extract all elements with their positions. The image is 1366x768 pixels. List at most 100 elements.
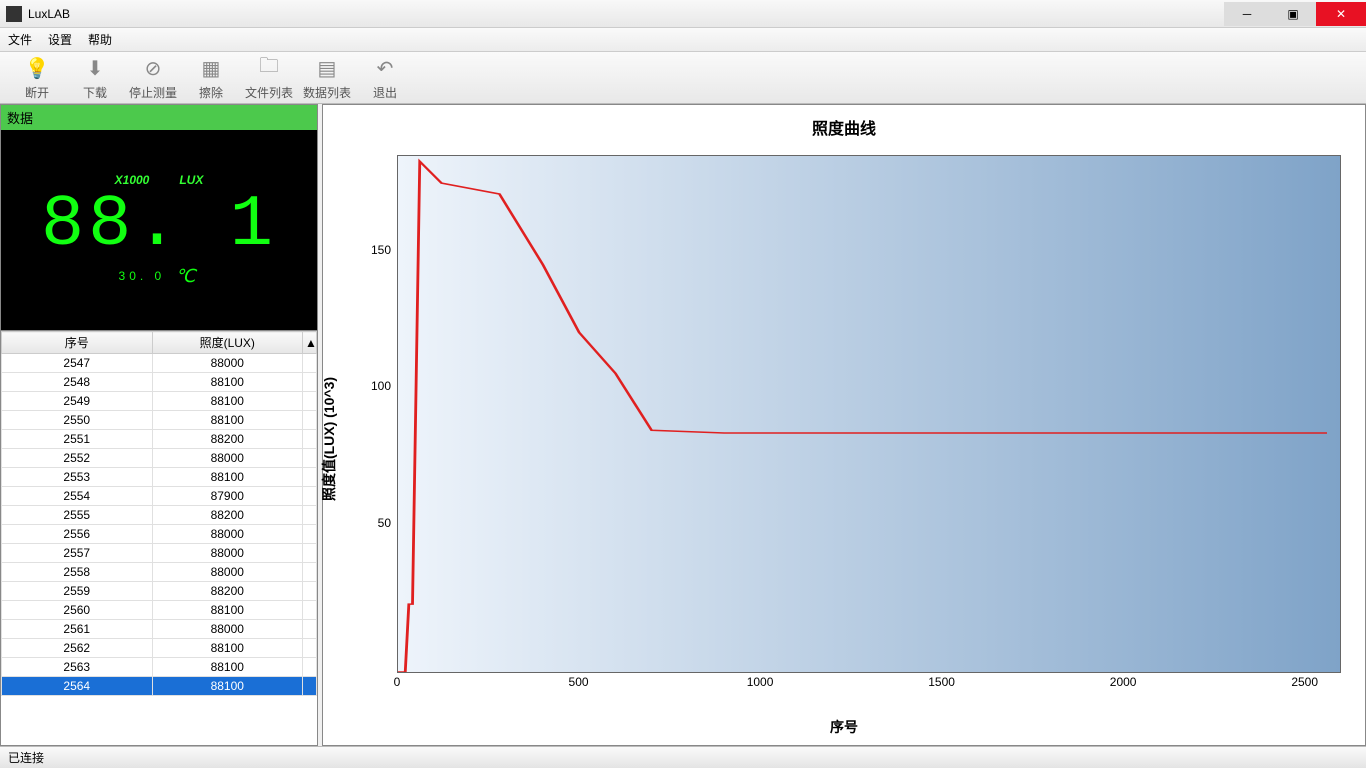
table-row[interactable]: 256488100 — [2, 677, 317, 696]
toolbar: 💡 断开 ⬇ 下载 ⊘ 停止测量 ▦ 擦除 🗀 文件列表 ▤ 数据列表 ↶ 退出 — [0, 52, 1366, 104]
download-icon: ⬇ — [81, 54, 109, 82]
cell-lux: 88200 — [152, 582, 303, 601]
datalist-button[interactable]: ▤ 数据列表 — [298, 53, 356, 103]
cell-lux: 88100 — [152, 411, 303, 430]
chart-ylabel: 照度值(LUX) (10^3) — [319, 377, 339, 501]
clear-button[interactable]: ▦ 擦除 — [182, 53, 240, 103]
cell-lux: 88100 — [152, 468, 303, 487]
cell-lux: 88100 — [152, 658, 303, 677]
cell-lux: 88100 — [152, 601, 303, 620]
chart-line — [398, 156, 1340, 672]
folder-icon: 🗀 — [255, 54, 283, 82]
exit-button[interactable]: ↶ 退出 — [356, 53, 414, 103]
table-row[interactable]: 254788000 — [2, 354, 317, 373]
cell-lux: 88000 — [152, 449, 303, 468]
cell-lux: 88100 — [152, 373, 303, 392]
panel-header: 数据 — [1, 105, 317, 130]
xtick: 500 — [569, 675, 589, 689]
cell-lux: 88200 — [152, 506, 303, 525]
table-row[interactable]: 255888000 — [2, 563, 317, 582]
lifebuoy-icon: ⊘ — [139, 54, 167, 82]
data-table: 序号 照度(LUX) ▲ 254788000254888100254988100… — [1, 331, 317, 696]
table-row[interactable]: 255988200 — [2, 582, 317, 601]
cell-seq: 2555 — [2, 506, 153, 525]
chart-panel: 照度曲线 照度值(LUX) (10^3) 50100150 0500100015… — [322, 104, 1366, 746]
menu-help[interactable]: 帮助 — [88, 31, 112, 48]
table-row[interactable]: 255288000 — [2, 449, 317, 468]
cell-seq: 2556 — [2, 525, 153, 544]
table-row[interactable]: 255788000 — [2, 544, 317, 563]
chart-title: 照度曲线 — [327, 109, 1361, 145]
cell-lux: 88100 — [152, 677, 303, 696]
col-lux-header[interactable]: 照度(LUX) — [152, 332, 303, 354]
cell-seq: 2557 — [2, 544, 153, 563]
cell-seq: 2554 — [2, 487, 153, 506]
table-icon: ▤ — [313, 54, 341, 82]
cell-lux: 88000 — [152, 620, 303, 639]
menu-file[interactable]: 文件 — [8, 31, 32, 48]
data-panel: 数据 X1000 LUX 88. 1 30. 0 ℃ 序号 照度(LUX) ▲ — [0, 104, 318, 746]
table-row[interactable]: 256388100 — [2, 658, 317, 677]
plot-area[interactable] — [397, 155, 1341, 673]
table-row[interactable]: 255588200 — [2, 506, 317, 525]
bulb-icon: 💡 — [23, 54, 51, 82]
cell-seq: 2553 — [2, 468, 153, 487]
cell-seq: 2547 — [2, 354, 153, 373]
cell-lux: 88000 — [152, 563, 303, 582]
titlebar: LuxLAB ─ ▣ ✕ — [0, 0, 1366, 28]
lcd-temp-unit: ℃ — [175, 266, 199, 287]
cell-seq: 2563 — [2, 658, 153, 677]
cell-seq: 2550 — [2, 411, 153, 430]
chart-xlabel: 序号 — [327, 713, 1361, 741]
window-title: LuxLAB — [28, 7, 70, 21]
col-seq-header[interactable]: 序号 — [2, 332, 153, 354]
xtick: 2000 — [1110, 675, 1137, 689]
download-button[interactable]: ⬇ 下载 — [66, 53, 124, 103]
table-row[interactable]: 256188000 — [2, 620, 317, 639]
filelist-button[interactable]: 🗀 文件列表 — [240, 53, 298, 103]
cell-lux: 88100 — [152, 392, 303, 411]
data-table-wrap[interactable]: 序号 照度(LUX) ▲ 254788000254888100254988100… — [1, 330, 317, 745]
lcd-display: X1000 LUX 88. 1 30. 0 ℃ — [1, 130, 317, 330]
xtick: 0 — [394, 675, 401, 689]
table-row[interactable]: 255487900 — [2, 487, 317, 506]
cell-lux: 88000 — [152, 544, 303, 563]
cell-seq: 2562 — [2, 639, 153, 658]
xtick: 2500 — [1291, 675, 1318, 689]
table-row[interactable]: 255688000 — [2, 525, 317, 544]
ytick: 50 — [378, 516, 391, 530]
minimize-button[interactable]: ─ — [1224, 2, 1270, 26]
table-row[interactable]: 255088100 — [2, 411, 317, 430]
cell-lux: 88000 — [152, 525, 303, 544]
lcd-value: 88. 1 — [41, 193, 277, 258]
cell-lux: 88200 — [152, 430, 303, 449]
stop-measure-button[interactable]: ⊘ 停止测量 — [124, 53, 182, 103]
cell-lux: 88100 — [152, 639, 303, 658]
close-button[interactable]: ✕ — [1316, 2, 1366, 26]
cell-seq: 2549 — [2, 392, 153, 411]
table-row[interactable]: 256088100 — [2, 601, 317, 620]
erase-icon: ▦ — [197, 54, 225, 82]
menu-settings[interactable]: 设置 — [48, 31, 72, 48]
lcd-temp: 30. 0 — [119, 269, 166, 283]
cell-seq: 2560 — [2, 601, 153, 620]
xtick: 1500 — [928, 675, 955, 689]
maximize-button[interactable]: ▣ — [1270, 2, 1316, 26]
cell-seq: 2551 — [2, 430, 153, 449]
table-row[interactable]: 254888100 — [2, 373, 317, 392]
cell-seq: 2558 — [2, 563, 153, 582]
table-row[interactable]: 255188200 — [2, 430, 317, 449]
cell-seq: 2559 — [2, 582, 153, 601]
cell-seq: 2564 — [2, 677, 153, 696]
table-row[interactable]: 254988100 — [2, 392, 317, 411]
scroll-header: ▲ — [303, 332, 317, 354]
xtick: 1000 — [747, 675, 774, 689]
table-row[interactable]: 256288100 — [2, 639, 317, 658]
cell-lux: 87900 — [152, 487, 303, 506]
cell-seq: 2548 — [2, 373, 153, 392]
disconnect-button[interactable]: 💡 断开 — [8, 53, 66, 103]
statusbar: 已连接 — [0, 746, 1366, 768]
cell-seq: 2552 — [2, 449, 153, 468]
cell-lux: 88000 — [152, 354, 303, 373]
table-row[interactable]: 255388100 — [2, 468, 317, 487]
